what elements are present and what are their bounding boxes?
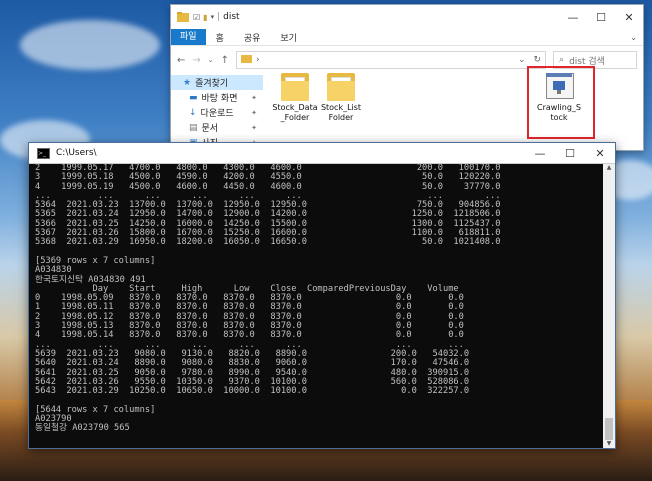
title-separator: |: [217, 12, 221, 22]
folder-icon: [241, 54, 253, 66]
console-line: 5368 2021.03.29 16950.0 18200.0 16050.0 …: [35, 237, 501, 248]
folder-icon: [281, 71, 309, 101]
file-item-crawling-stock[interactable]: Crawling_S tock: [533, 71, 585, 123]
star-icon: ★: [183, 77, 192, 88]
refresh-icon[interactable]: ↻: [534, 55, 542, 65]
desktop-icon: ▬: [189, 92, 198, 103]
minimize-button[interactable]: —: [559, 11, 587, 24]
tab-home[interactable]: 홈: [206, 31, 234, 44]
nav-label: 다운로드: [200, 109, 234, 119]
address-dropdown-icon[interactable]: ⌄: [518, 55, 526, 65]
explorer-titlebar: ☑ ▮ ▾ | dist — ☐ ✕: [171, 5, 643, 29]
nav-label: 즐겨찾기: [195, 79, 229, 89]
forward-arrow-icon[interactable]: →: [192, 55, 200, 66]
explorer-title: dist: [223, 12, 240, 22]
close-button[interactable]: ✕: [585, 147, 615, 160]
ribbon-tabs: 파일 홈 공유 보기 ⌄: [171, 29, 643, 46]
file-item-label: Crawling_S tock: [537, 103, 581, 122]
folder-icon: [327, 71, 355, 101]
maximize-button[interactable]: ☐: [587, 11, 615, 24]
pin-icon: ✦: [251, 108, 257, 117]
file-explorer-window: ☑ ▮ ▾ | dist — ☐ ✕ 파일 홈 공유 보기 ⌄ ← → ⌄ ↑ …: [170, 4, 644, 151]
console-title: C:\Users\: [56, 148, 97, 158]
tab-view[interactable]: 보기: [270, 31, 307, 44]
nav-item-documents[interactable]: ▤ 문서 ✦: [171, 120, 263, 135]
scroll-down-icon[interactable]: ▼: [603, 440, 615, 448]
tab-file[interactable]: 파일: [171, 29, 206, 45]
nav-item-desktop[interactable]: ▬ 바탕 화면 ✦: [171, 90, 263, 105]
file-item-stock-list-folder[interactable]: Stock_List Folder: [315, 71, 367, 123]
nav-label: 바탕 화면: [201, 94, 238, 104]
scroll-up-icon[interactable]: ▲: [603, 164, 615, 172]
console-window: >_ C:\Users\ — ☐ ✕ 2 1999.05.17 4700.0 4…: [28, 142, 616, 449]
folder-icon: [177, 12, 189, 22]
search-placeholder: dist 검색: [569, 56, 605, 67]
file-item-label: Stock_List Folder: [320, 103, 362, 122]
console-titlebar: >_ C:\Users\ — ☐ ✕: [29, 143, 615, 164]
maximize-button[interactable]: ☐: [555, 147, 585, 160]
navigation-pane: ★ 즐겨찾기 ▬ 바탕 화면 ✦ ↓ 다운로드 ✦ ▤ 문서 ✦ ▣ 사진 ✦: [171, 75, 263, 149]
address-path: ›: [256, 55, 260, 65]
qat-dropdown-icon[interactable]: ▾: [211, 13, 215, 21]
scrollbar-thumb[interactable]: [605, 418, 613, 440]
console-output[interactable]: 2 1999.05.17 4700.0 4800.0 4300.0 4600.0…: [35, 164, 601, 446]
address-bar[interactable]: › ⌄ ↻: [236, 51, 547, 69]
minimize-button[interactable]: —: [525, 147, 555, 160]
tab-share[interactable]: 공유: [234, 31, 271, 44]
nav-item-downloads[interactable]: ↓ 다운로드 ✦: [171, 105, 263, 120]
console-line: [5644 rows x 7 columns]: [35, 404, 156, 415]
file-item-label: Stock_Data _Folder: [272, 103, 318, 122]
qat-icon[interactable]: ☑: [193, 13, 200, 22]
console-line: 동일철강 A023790 565: [35, 423, 130, 434]
up-arrow-icon[interactable]: ↑: [221, 55, 229, 66]
recent-dropdown-icon[interactable]: ⌄: [208, 56, 214, 64]
scrollbar[interactable]: ▲ ▼: [603, 164, 615, 448]
console-line: [5369 rows x 7 columns]: [35, 255, 156, 266]
cloud: [20, 20, 160, 70]
chevron-down-icon[interactable]: ⌄: [630, 33, 643, 42]
qat-folder-icon[interactable]: ▮: [203, 13, 207, 22]
nav-item-favorites[interactable]: ★ 즐겨찾기: [171, 75, 263, 90]
pin-icon: ✦: [251, 93, 257, 102]
download-icon: ↓: [189, 107, 197, 118]
console-line: 5643 2021.03.29 10250.0 10650.0 10000.0 …: [35, 386, 470, 397]
back-arrow-icon[interactable]: ←: [177, 55, 185, 66]
pin-icon: ✦: [251, 123, 257, 132]
search-icon: ⌕: [559, 55, 565, 65]
application-icon: [545, 71, 574, 101]
nav-label: 문서: [201, 124, 219, 134]
close-button[interactable]: ✕: [615, 11, 643, 24]
document-icon: ▤: [189, 122, 198, 133]
file-item-stock-data-folder[interactable]: Stock_Data _Folder: [269, 71, 321, 123]
console-icon: >_: [37, 147, 50, 159]
